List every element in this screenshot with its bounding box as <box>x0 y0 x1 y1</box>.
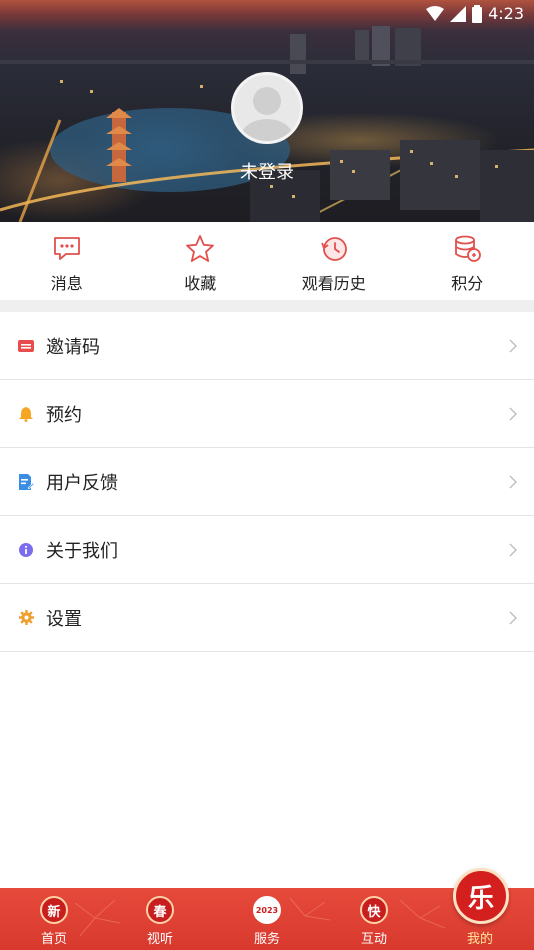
tab-label: 首页 <box>40 932 67 947</box>
tab-label: 互动 <box>360 932 387 947</box>
tab-label: 服务 <box>253 932 280 947</box>
tab-badge: 2023 <box>255 905 279 915</box>
quick-action-label: 消息 <box>50 274 83 293</box>
menu-item-label: 用户反馈 <box>46 472 118 494</box>
chevron-right-icon <box>509 407 517 421</box>
status-time: 4:23 <box>488 4 524 23</box>
feedback-icon <box>18 473 34 490</box>
tab-home[interactable]: 新 首页 <box>14 888 94 950</box>
rabbit-icon: 2023 <box>253 896 281 924</box>
menu-item-label: 预约 <box>46 404 82 426</box>
menu-list: 邀请码 预约 用户反馈 关于我们 设置 <box>0 312 534 652</box>
message-icon <box>53 237 80 260</box>
info-icon <box>18 542 34 558</box>
quick-action-messages[interactable]: 消息 <box>0 222 134 300</box>
tab-interaction[interactable]: 快 互动 <box>334 888 414 950</box>
menu-item-feedback[interactable]: 用户反馈 <box>0 448 534 516</box>
quick-action-label: 观看历史 <box>301 274 366 293</box>
bell-icon <box>18 406 34 422</box>
tab-label: 视听 <box>146 932 173 947</box>
wifi-icon <box>426 5 445 21</box>
tab-badge: 快 <box>360 896 388 924</box>
chevron-right-icon <box>509 339 517 353</box>
chevron-right-icon <box>509 475 517 489</box>
profile-header: 4:23 未登录 <box>0 0 534 222</box>
section-divider <box>0 300 534 312</box>
chevron-right-icon <box>509 611 517 625</box>
tab-audio-video[interactable]: 春 视听 <box>120 888 200 950</box>
star-icon <box>186 235 215 262</box>
quick-action-favorites[interactable]: 收藏 <box>134 222 268 300</box>
status-icons: 4:23 <box>426 4 524 23</box>
tab-label: 我的 <box>466 932 493 947</box>
menu-item-label: 设置 <box>46 608 82 630</box>
menu-item-label: 关于我们 <box>46 540 118 562</box>
ticket-icon <box>18 338 34 354</box>
signal-icon <box>450 5 467 22</box>
quick-action-history[interactable]: 观看历史 <box>267 222 401 300</box>
menu-item-settings[interactable]: 设置 <box>0 584 534 652</box>
default-avatar-icon <box>241 87 293 141</box>
tab-mine-badge[interactable]: 乐 <box>453 868 509 924</box>
tab-badge: 春 <box>146 896 174 924</box>
menu-item-about-us[interactable]: 关于我们 <box>0 516 534 584</box>
quick-action-label: 收藏 <box>184 274 217 293</box>
quick-actions: 消息 收藏 观看历史 积分 <box>0 222 534 300</box>
avatar[interactable] <box>231 72 303 144</box>
menu-item-reservation[interactable]: 预约 <box>0 380 534 448</box>
menu-item-label: 邀请码 <box>46 336 100 358</box>
quick-action-label: 积分 <box>451 274 484 293</box>
battery-icon <box>472 4 483 23</box>
bottom-tab-bar: 新 首页 春 视听 2023 服务 快 互动 我的 乐 <box>0 868 534 950</box>
gear-icon <box>18 610 34 626</box>
login-status[interactable]: 未登录 <box>0 158 534 184</box>
tab-services[interactable]: 2023 服务 <box>227 888 307 950</box>
chevron-right-icon <box>509 543 517 557</box>
points-icon <box>455 235 482 262</box>
tab-badge: 新 <box>40 896 68 924</box>
quick-action-points[interactable]: 积分 <box>401 222 534 300</box>
history-icon <box>320 237 347 261</box>
status-bar: 4:23 <box>0 0 534 28</box>
menu-item-invite-code[interactable]: 邀请码 <box>0 312 534 380</box>
